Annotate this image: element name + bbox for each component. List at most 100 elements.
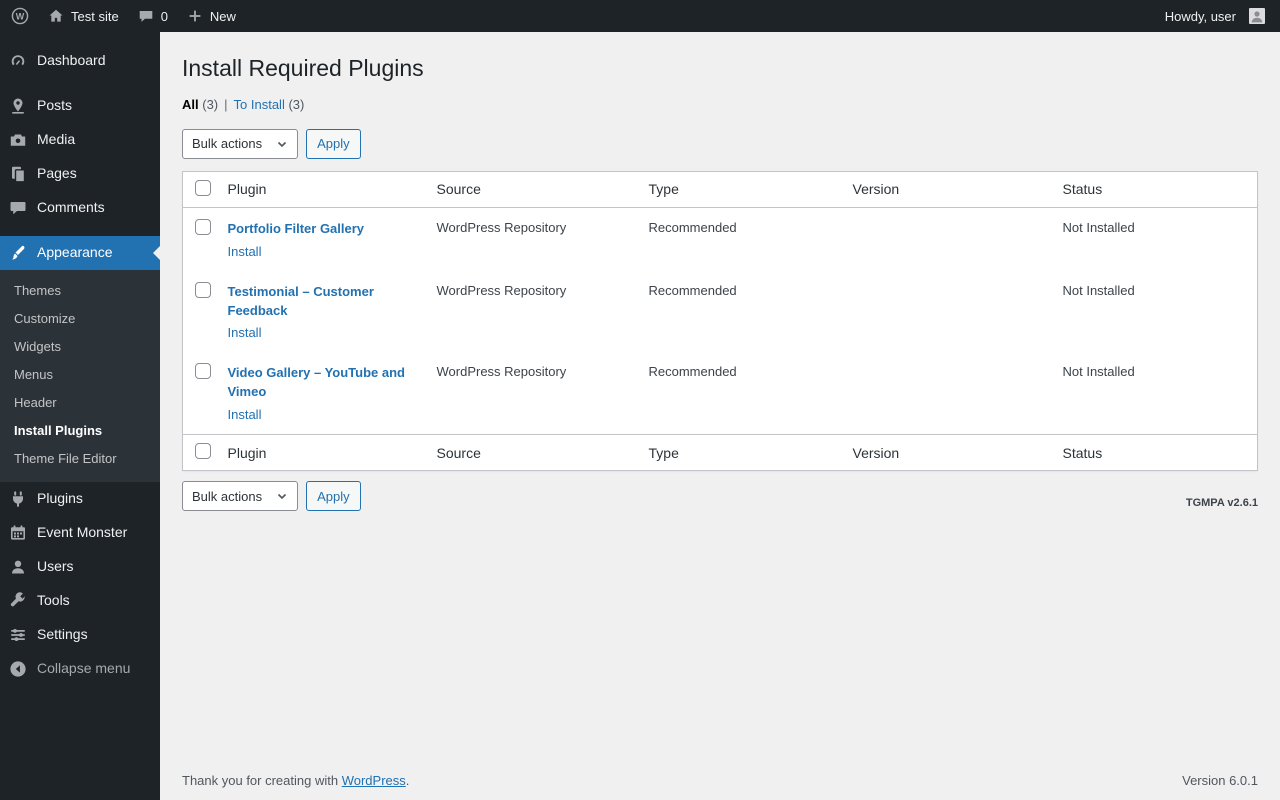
- sidebar-item-plugins[interactable]: Plugins: [0, 482, 160, 516]
- plugin-name-link[interactable]: Video Gallery – YouTube and Vimeo: [228, 364, 427, 402]
- wrench-icon: [8, 591, 28, 611]
- select-all-checkbox-top[interactable]: [195, 179, 211, 196]
- sidebar-item-users[interactable]: Users: [0, 550, 160, 584]
- sidebar-item-media[interactable]: Media: [0, 123, 160, 157]
- plugin-row: Portfolio Filter Gallery Install WordPre…: [183, 207, 1258, 270]
- filter-all-label: All: [182, 96, 199, 112]
- bulk-actions-value: Bulk actions: [192, 136, 263, 152]
- sidebar-label: Tools: [37, 592, 70, 609]
- col-header-plugin: Plugin: [227, 171, 437, 208]
- plugin-type: Recommended: [648, 219, 737, 235]
- site-name-label: Test site: [71, 8, 119, 24]
- sidebar-item-collapse-menu[interactable]: Collapse menu: [0, 652, 160, 686]
- chevron-down-icon: [278, 494, 287, 500]
- wordpress-link[interactable]: WordPress: [342, 773, 406, 788]
- wp-logo-menu[interactable]: W: [2, 0, 38, 32]
- footer-credit: Thank you for creating with WordPress.: [182, 773, 409, 788]
- apply-button-bottom[interactable]: Apply: [306, 481, 361, 512]
- collapse-arrow-icon: [8, 659, 28, 679]
- install-link[interactable]: Install: [228, 407, 262, 422]
- sidebar-item-pages[interactable]: Pages: [0, 157, 160, 191]
- current-menu-arrow: [153, 246, 160, 260]
- footer: Thank you for creating with WordPress. V…: [182, 773, 1258, 788]
- svg-text:W: W: [16, 11, 25, 21]
- apply-button-top[interactable]: Apply: [306, 128, 361, 159]
- plugin-name-link[interactable]: Portfolio Filter Gallery: [228, 220, 427, 239]
- submenu-item-header[interactable]: Header: [0, 389, 160, 417]
- sidebar-label: Comments: [37, 199, 105, 216]
- row-checkbox[interactable]: [195, 218, 211, 235]
- comment-bubble-icon: [137, 7, 155, 25]
- plugin-status: Not Installed: [1062, 219, 1135, 235]
- sidebar-item-event-monster[interactable]: Event Monster: [0, 516, 160, 550]
- wordpress-logo-icon: W: [11, 7, 29, 25]
- dashboard-icon: [8, 51, 28, 71]
- col-header-version: Version: [852, 171, 1063, 208]
- plugin-source: WordPress Repository: [436, 282, 567, 298]
- table-header-row: Plugin Source Type Version Status: [182, 171, 1258, 208]
- footer-version: Version 6.0.1: [1182, 773, 1258, 788]
- col-header-source: Source: [436, 171, 649, 208]
- filter-links: All (3) | To Install (3): [182, 97, 1258, 112]
- plugins-plug-icon: [8, 489, 28, 509]
- row-checkbox[interactable]: [195, 281, 211, 298]
- plugin-name-link[interactable]: Testimonial – Customer Feedback: [228, 283, 427, 321]
- footer-credit-prefix: Thank you for creating with: [182, 773, 342, 788]
- site-name-menu[interactable]: Test site: [38, 0, 128, 32]
- submenu-item-theme-file-editor[interactable]: Theme File Editor: [0, 445, 160, 473]
- plugin-row: Video Gallery – YouTube and Vimeo Instal…: [183, 352, 1258, 434]
- chevron-down-icon: [278, 141, 287, 148]
- sidebar-item-comments[interactable]: Comments: [0, 191, 160, 225]
- plugins-table: Plugin Source Type Version Status Portfo…: [182, 170, 1258, 472]
- submenu-item-menus[interactable]: Menus: [0, 361, 160, 389]
- install-link[interactable]: Install: [228, 325, 262, 340]
- plugin-status: Not Installed: [1062, 364, 1135, 380]
- install-link[interactable]: Install: [228, 244, 262, 259]
- plugin-source: WordPress Repository: [436, 364, 567, 380]
- bulk-actions-select-bottom[interactable]: Bulk actions: [182, 481, 299, 512]
- sidebar-item-tools[interactable]: Tools: [0, 584, 160, 618]
- admin-bar: W Test site 0 New Howdy, user: [0, 0, 1280, 32]
- tablenav-top: Bulk actions Apply: [182, 128, 1258, 159]
- comments-icon: [8, 198, 28, 218]
- filter-separator: |: [224, 96, 228, 112]
- plugin-status: Not Installed: [1062, 282, 1135, 298]
- sidebar-label: Posts: [37, 97, 73, 114]
- filter-all-link[interactable]: All (3): [182, 97, 218, 112]
- main-content: Install Required Plugins All (3) | To In…: [160, 32, 1280, 800]
- table-footer-row: Plugin Source Type Version Status: [182, 434, 1258, 471]
- plus-icon: [186, 7, 204, 25]
- my-account-menu[interactable]: Howdy, user: [1156, 0, 1274, 32]
- sidebar-label: Settings: [37, 626, 88, 643]
- sidebar-label: Event Monster: [37, 524, 128, 541]
- plugin-type: Recommended: [648, 282, 737, 298]
- sidebar-label: Collapse menu: [37, 660, 131, 677]
- sidebar-label: Pages: [37, 165, 77, 182]
- comments-menu[interactable]: 0: [128, 0, 177, 32]
- new-content-menu[interactable]: New: [177, 0, 245, 32]
- submenu-item-themes[interactable]: Themes: [0, 277, 160, 305]
- submenu-item-customize[interactable]: Customize: [0, 305, 160, 333]
- sidebar-item-appearance[interactable]: Appearance: [0, 236, 160, 270]
- col-footer-source: Source: [436, 434, 649, 471]
- plugin-version: [853, 207, 1063, 270]
- pages-icon: [8, 164, 28, 184]
- comments-count: 0: [160, 8, 168, 24]
- sidebar-item-settings[interactable]: Settings: [0, 618, 160, 652]
- col-footer-type: Type: [648, 434, 853, 471]
- select-all-checkbox-bottom[interactable]: [195, 443, 211, 460]
- submenu-item-install-plugins[interactable]: Install Plugins: [0, 417, 160, 445]
- tgmpa-version-label: TGMPA v2.6.1: [1185, 497, 1258, 510]
- plugin-source: WordPress Repository: [436, 219, 567, 235]
- menu-separator: [0, 78, 160, 89]
- row-checkbox[interactable]: [195, 363, 211, 380]
- page-title: Install Required Plugins: [182, 55, 424, 81]
- sidebar-item-posts[interactable]: Posts: [0, 89, 160, 123]
- sidebar-item-dashboard[interactable]: Dashboard: [0, 44, 160, 78]
- sidebar-label: Plugins: [37, 490, 83, 507]
- bulk-actions-select[interactable]: Bulk actions: [182, 128, 299, 159]
- filter-to-install-count: (3): [288, 96, 305, 112]
- filter-to-install-link[interactable]: To Install (3): [234, 97, 305, 112]
- filter-all-count: (3): [202, 96, 219, 112]
- submenu-item-widgets[interactable]: Widgets: [0, 333, 160, 361]
